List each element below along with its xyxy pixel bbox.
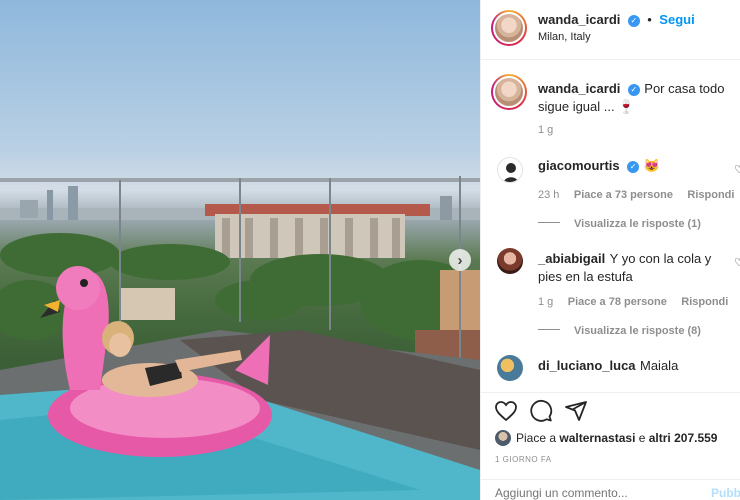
caption-username[interactable]: wanda_icardi [538,81,620,96]
comment-meta: 23 h Piace a 73 persone Rispondi [538,185,734,203]
comment-likes[interactable]: Piace a 78 persone [568,296,667,308]
post-photo: › [0,0,480,500]
comment-item: _abiabigail Y yo con la cola y pies en l… [538,250,723,286]
comment-text: 😻 [643,158,660,173]
comment-username[interactable]: di_luciano_luca [538,358,636,373]
comment-heart-icon[interactable]: ♡ [734,163,740,176]
author-avatar[interactable] [491,10,527,46]
follow-button[interactable]: Segui [659,12,694,27]
reply-button[interactable]: Rispondi [681,296,728,308]
commenter-avatar[interactable] [497,248,523,274]
post-header: wanda_icardi ✓ • Segui Milan, Italy [481,0,740,60]
post-location[interactable]: Milan, Italy [538,31,591,43]
heart-icon[interactable] [494,399,518,423]
reply-button[interactable]: Rispondi [687,189,734,201]
author-username[interactable]: wanda_icardi [538,12,620,27]
view-replies-button[interactable]: Visualizza le risposte (1) [538,214,701,232]
share-icon[interactable] [564,399,588,423]
photo-scene [0,176,480,500]
comment-text: Maiala [640,358,679,373]
comment-username[interactable]: _abiabigail [538,251,605,266]
comment-item: di_luciano_luca Maiala [538,357,678,375]
add-comment-bar: Pubblica [481,479,740,500]
comment-username[interactable]: giacomourtis [538,158,620,173]
post-time[interactable]: 1 GIORNO FA [495,455,552,464]
comment-meta: 1 g Piace a 78 persone Rispondi [538,292,728,310]
post-sidebar: wanda_icardi ✓ • Segui Milan, Italy wand… [480,0,740,500]
verified-icon: ✓ [627,15,640,27]
caption: wanda_icardi ✓ Por casa todo sigue igual… [538,80,736,116]
verified-icon: ✓ [627,161,640,173]
comment-time[interactable]: 1 g [538,296,553,308]
comment-likes[interactable]: Piace a 73 persone [574,189,673,201]
likes-summary[interactable]: Piace a walternastasi e altri 207.559 [495,430,717,446]
publish-button[interactable]: Pubblica [711,486,740,500]
comment-heart-icon[interactable]: ♡ [734,256,740,269]
caption-author-avatar[interactable] [491,74,527,110]
caption-time[interactable]: 1 g [538,124,553,136]
liker-avatar [495,430,511,446]
post-actions: Piace a walternastasi e altri 207.559 1 … [481,392,740,500]
comment-icon[interactable] [529,399,553,423]
commenter-avatar[interactable] [497,355,523,381]
comment-item: giacomourtis ✓ 😻 [538,157,728,175]
view-replies-button[interactable]: Visualizza le risposte (8) [538,321,701,339]
comment-input[interactable] [495,486,695,500]
divider [538,222,560,224]
verified-icon: ✓ [627,84,640,96]
divider [538,329,560,331]
chevron-right-icon: › [457,251,463,269]
next-image-button[interactable]: › [449,249,471,271]
comment-time[interactable]: 23 h [538,189,559,201]
commenter-avatar[interactable] [497,157,523,183]
